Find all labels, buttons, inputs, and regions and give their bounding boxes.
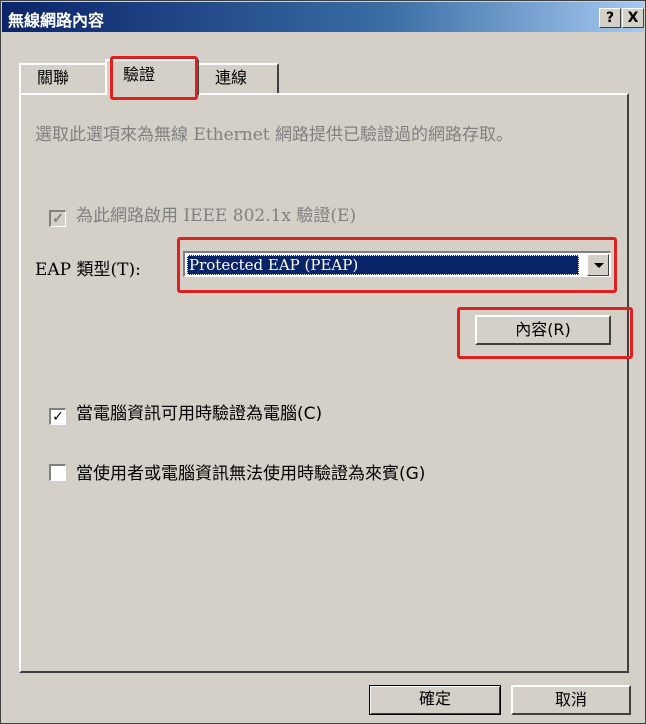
help-button[interactable]: ?: [599, 8, 621, 28]
computer-auth-row: ✓ 當電腦資訊可用時驗證為電腦(C): [49, 399, 322, 425]
guest-auth-label: 當使用者或電腦資訊無法使用時驗證為來賓(G): [76, 464, 426, 484]
tab-connection[interactable]: 連線: [197, 63, 279, 93]
chevron-down-icon: [594, 263, 604, 268]
enable-8021x-checkbox[interactable]: ✓: [49, 210, 66, 227]
eap-type-dropdown-button[interactable]: [587, 254, 609, 276]
computer-auth-checkbox[interactable]: ✓: [49, 408, 66, 425]
enable-8021x-label: 為此網路啟用 IEEE 802.1x 驗證(E): [76, 206, 357, 226]
eap-type-select[interactable]: Protected EAP (PEAP): [183, 251, 611, 277]
wireless-properties-dialog: 無線網路內容 ? X 關聯 驗證 連線 選取此選項來為無線 Ethernet 網…: [0, 0, 646, 724]
close-button[interactable]: X: [622, 8, 644, 28]
ok-button[interactable]: 確定: [369, 685, 501, 715]
eap-type-value[interactable]: Protected EAP (PEAP): [187, 255, 579, 275]
window-title: 無線網路內容: [8, 11, 105, 30]
guest-auth-row: 當使用者或電腦資訊無法使用時驗證為來賓(G): [49, 459, 425, 484]
computer-auth-label: 當電腦資訊可用時驗證為電腦(C): [76, 404, 323, 424]
authentication-panel: [19, 93, 629, 673]
cancel-button[interactable]: 取消: [511, 685, 631, 715]
enable-8021x-row: ✓ 為此網路啟用 IEEE 802.1x 驗證(E): [49, 201, 356, 227]
eap-type-label: EAP 類型(T):: [35, 260, 141, 280]
tab-association[interactable]: 關聯: [19, 63, 107, 93]
properties-button[interactable]: 內容(R): [475, 315, 611, 345]
auth-description: 選取此選項來為無線 Ethernet 網路提供已驗證過的網路存取。: [35, 125, 514, 145]
tab-authentication[interactable]: 驗證: [105, 59, 199, 95]
guest-auth-checkbox[interactable]: [49, 464, 66, 481]
title-bar[interactable]: 無線網路內容 ? X: [2, 2, 644, 32]
